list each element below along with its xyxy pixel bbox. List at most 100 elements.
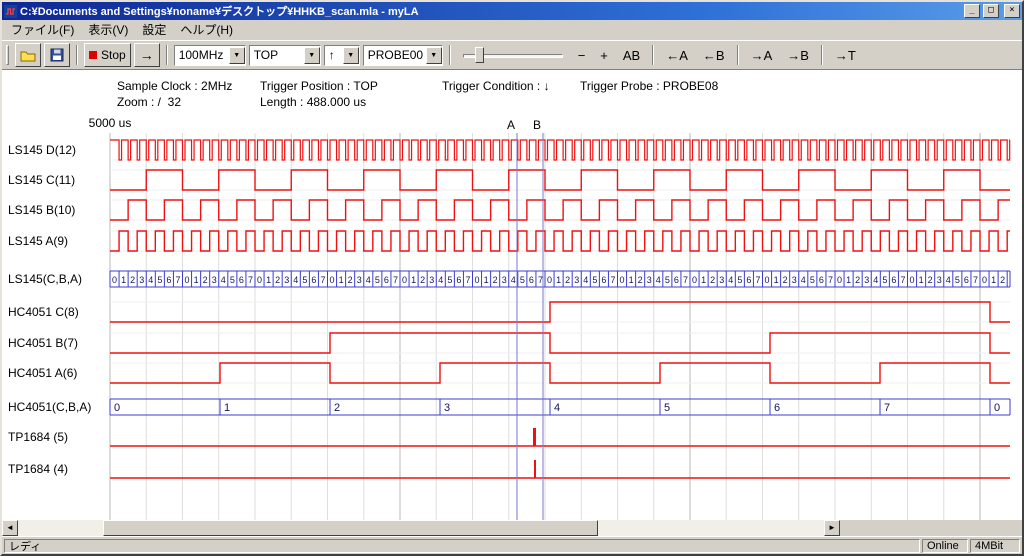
- bus-value: 0: [982, 275, 987, 285]
- menu-view[interactable]: 表示(V): [81, 19, 135, 40]
- trigger-edge-value: ↑: [325, 48, 343, 62]
- bus-value: 2: [275, 275, 280, 285]
- bus-value: 1: [484, 275, 489, 285]
- bus-value: 2: [348, 275, 353, 285]
- bus-value: 5: [665, 275, 670, 285]
- chevron-down-icon[interactable]: ▼: [426, 47, 442, 64]
- goto-a-left-button[interactable]: ←A: [660, 45, 694, 66]
- bus-value: 6: [311, 275, 316, 285]
- toolbar-separator: [737, 45, 739, 65]
- zoom-ab-button[interactable]: AB: [617, 45, 646, 66]
- bus-value: 7: [683, 275, 688, 285]
- bus-value: 4: [366, 275, 371, 285]
- trigger-probe-select[interactable]: PROBE00 ▼: [363, 45, 443, 66]
- bus-value: 0: [475, 275, 480, 285]
- close-button[interactable]: ×: [1004, 4, 1020, 18]
- pulse-mark: [533, 428, 536, 446]
- bus-value: 6: [384, 275, 389, 285]
- trigger-edge-select[interactable]: ↑ ▼: [324, 45, 360, 66]
- waveform-canvas[interactable]: LS145 D(12)LS145 C(11)LS145 B(10)LS145 A…: [2, 70, 1022, 520]
- bus-value: 4: [873, 275, 878, 285]
- menu-settings[interactable]: 設定: [135, 19, 173, 40]
- statusbar: レディ Online 4MBit: [2, 536, 1022, 554]
- bus-value: 1: [846, 275, 851, 285]
- scroll-right-button[interactable]: ►: [824, 520, 840, 536]
- open-file-button[interactable]: [15, 43, 41, 67]
- chevron-down-icon[interactable]: ▼: [343, 47, 359, 64]
- bus-value: 2: [130, 275, 135, 285]
- waveform-trace: [110, 231, 1010, 251]
- bus-value: 5: [664, 402, 670, 414]
- toolbar-separator: [449, 45, 451, 65]
- goto-a-right-button[interactable]: →A: [745, 45, 779, 66]
- bus-value: 1: [919, 275, 924, 285]
- goto-trigger-button[interactable]: →T: [829, 45, 862, 66]
- bus-value: 1: [339, 275, 344, 285]
- bus-value: 4: [554, 402, 560, 414]
- stop-label: Stop: [101, 48, 126, 62]
- bus-value: 6: [456, 275, 461, 285]
- chevron-down-icon[interactable]: ▼: [229, 47, 245, 64]
- chevron-down-icon[interactable]: ▼: [304, 47, 320, 64]
- goto-b-left-button[interactable]: ←B: [697, 45, 731, 66]
- bus-value: 2: [565, 275, 570, 285]
- bus-value: 3: [284, 275, 289, 285]
- bus-value: 7: [973, 275, 978, 285]
- zoom-in-button[interactable]: +: [594, 45, 614, 66]
- app-icon: [4, 5, 17, 18]
- waveform-trace: [110, 333, 1010, 353]
- bus-value: 3: [864, 275, 869, 285]
- trigger-position-select[interactable]: TOP ▼: [249, 45, 321, 66]
- maximize-button[interactable]: □: [983, 4, 999, 18]
- save-file-button[interactable]: [44, 43, 70, 67]
- bus-value: 0: [402, 275, 407, 285]
- menubar: ファイル(F) 表示(V) 設定 ヘルプ(H): [2, 20, 1022, 40]
- sample-clock-select[interactable]: 100MHz ▼: [174, 45, 246, 66]
- toolbar-grip[interactable]: [6, 45, 9, 65]
- minimize-button[interactable]: _: [964, 4, 980, 18]
- bus-value: 7: [320, 275, 325, 285]
- bus-value: 1: [774, 275, 779, 285]
- bus-value: 2: [493, 275, 498, 285]
- bus-value: 6: [529, 275, 534, 285]
- stop-button[interactable]: Stop: [84, 43, 131, 67]
- toolbar-separator: [821, 45, 823, 65]
- bus-value: 6: [891, 275, 896, 285]
- channel-label: HC4051 B(7): [8, 336, 78, 350]
- zoom-slider[interactable]: [463, 44, 563, 66]
- run-button[interactable]: →: [134, 43, 160, 67]
- bus-value: 7: [175, 275, 180, 285]
- menu-file[interactable]: ファイル(F): [4, 19, 81, 40]
- waveform-trace: [110, 200, 1010, 220]
- goto-b-right-button[interactable]: →B: [781, 45, 815, 66]
- scrollbar-row: ◄ ►: [2, 520, 1022, 536]
- toolbar-separator: [166, 45, 168, 65]
- bus-value: 4: [148, 275, 153, 285]
- bus-value: 3: [647, 275, 652, 285]
- zoom-out-button[interactable]: −: [572, 45, 592, 66]
- scroll-thumb[interactable]: [103, 520, 598, 536]
- bus-value: 6: [674, 275, 679, 285]
- bus-value: 5: [157, 275, 162, 285]
- channel-label: LS145 C(11): [8, 173, 75, 187]
- toolbar-separator: [652, 45, 654, 65]
- horizontal-scrollbar[interactable]: ◄ ►: [2, 520, 840, 536]
- bus-value: 4: [801, 275, 806, 285]
- scroll-left-button[interactable]: ◄: [2, 520, 18, 536]
- bus-value: 1: [266, 275, 271, 285]
- bus-value: 4: [583, 275, 588, 285]
- channel-label: LS145(C,B,A): [8, 272, 82, 286]
- bus-value: 2: [420, 275, 425, 285]
- bus-value: 3: [357, 275, 362, 285]
- toolbar: Stop → 100MHz ▼ TOP ▼ ↑ ▼ PROBE00 ▼ − +: [2, 40, 1022, 70]
- bus-value: 0: [185, 275, 190, 285]
- trigger-probe-value: PROBE00: [364, 48, 426, 62]
- bus-value: 5: [230, 275, 235, 285]
- bus-value: 2: [783, 275, 788, 285]
- channel-label: LS145 A(9): [8, 234, 68, 248]
- menu-help[interactable]: ヘルプ(H): [173, 19, 240, 40]
- window-title: C:¥Documents and Settings¥noname¥デスクトップ¥…: [20, 3, 961, 19]
- zoom-slider-thumb[interactable]: [475, 47, 484, 63]
- channel-label: HC4051 C(8): [8, 305, 79, 319]
- channel-label: HC4051(C,B,A): [8, 400, 91, 414]
